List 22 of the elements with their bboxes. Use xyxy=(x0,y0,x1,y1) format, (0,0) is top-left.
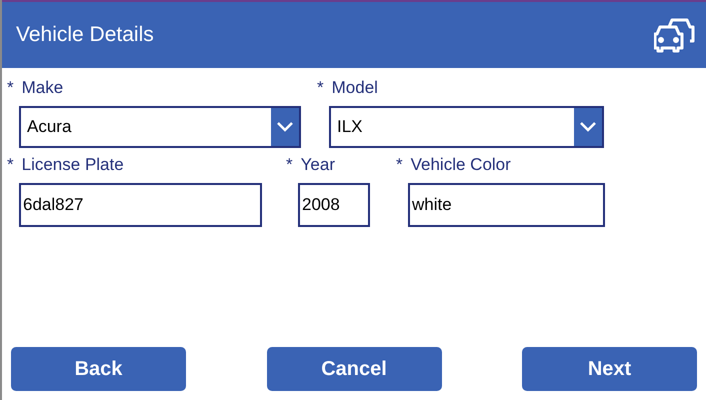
page-title: Vehicle Details xyxy=(16,22,154,48)
chevron-down-icon xyxy=(580,122,596,132)
dropdown[interactable]: ILX xyxy=(329,106,604,148)
field-label: Model xyxy=(332,77,378,100)
dropdown[interactable]: Acura xyxy=(19,106,301,148)
nav-button[interactable]: Cancel xyxy=(266,347,442,391)
nav-button[interactable]: Back xyxy=(11,347,186,391)
required-asterisk: * xyxy=(317,77,324,100)
field-label: Year xyxy=(300,154,335,176)
input-field[interactable]: white xyxy=(408,183,605,227)
field-label: Make xyxy=(22,77,64,100)
required-asterisk: * xyxy=(286,154,293,176)
field-label: License Plate xyxy=(22,154,124,176)
chevron-down-icon xyxy=(277,122,293,132)
required-asterisk: * xyxy=(396,154,403,176)
field-label: Vehicle Color xyxy=(410,154,511,176)
required-asterisk: * xyxy=(7,77,14,100)
required-asterisk: * xyxy=(7,154,14,176)
cars-icon xyxy=(654,17,696,53)
nav-button[interactable]: Next xyxy=(522,347,697,391)
input-field[interactable]: 2008 xyxy=(298,183,370,227)
input-field[interactable]: 6dal827 xyxy=(19,183,262,227)
